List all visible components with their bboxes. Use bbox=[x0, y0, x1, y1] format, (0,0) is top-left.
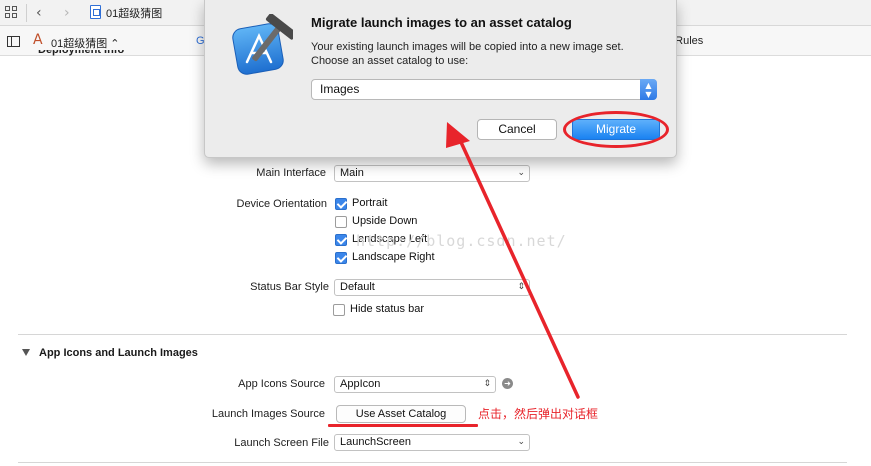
app-icons-source-popup[interactable]: AppIcon ⇕ bbox=[334, 376, 496, 393]
app-icons-section-title: App Icons and Launch Images bbox=[39, 347, 198, 359]
status-bar-style-value: Default bbox=[340, 281, 375, 293]
status-bar-style-popup[interactable]: Default ⇕ bbox=[334, 279, 530, 296]
landscape-left-checkbox[interactable] bbox=[335, 234, 347, 246]
landscape-right-checkbox[interactable] bbox=[335, 252, 347, 264]
hide-status-bar-checkbox[interactable] bbox=[333, 304, 345, 316]
main-interface-value: Main bbox=[340, 167, 364, 179]
annotation-ellipse bbox=[563, 111, 669, 148]
chevron-left-icon[interactable]: ‹ bbox=[36, 5, 42, 21]
launch-screen-file-label: Launch Screen File bbox=[234, 437, 329, 449]
deployment-info-heading: Deployment Info bbox=[38, 50, 125, 56]
app-icons-source-label: App Icons Source bbox=[238, 378, 325, 390]
dialog-message: Your existing launch images will be copi… bbox=[311, 41, 624, 67]
upside-down-label: Upside Down bbox=[352, 215, 418, 227]
app-target-icon: A bbox=[33, 32, 43, 48]
launch-images-source-label: Launch Images Source bbox=[211, 408, 325, 420]
annotation-underline bbox=[328, 424, 478, 427]
main-interface-label: Main Interface bbox=[256, 167, 326, 179]
chevron-updown-icon: ⇕ bbox=[517, 282, 525, 292]
chevron-down-icon: ⌄ bbox=[517, 437, 525, 447]
portrait-label: Portrait bbox=[352, 197, 388, 209]
chevron-updown-icon: ▲ ▼ bbox=[640, 79, 657, 100]
hide-status-bar-label: Hide status bar bbox=[350, 303, 424, 315]
disclosure-triangle-icon[interactable] bbox=[22, 349, 30, 356]
migrate-dialog: Migrate launch images to an asset catalo… bbox=[204, 0, 677, 158]
upside-down-checkbox[interactable] bbox=[335, 216, 347, 228]
sidebar-toggle-icon[interactable] bbox=[7, 36, 20, 47]
section-divider bbox=[18, 334, 847, 335]
go-arrow-icon[interactable]: ➜ bbox=[502, 378, 513, 389]
dialog-title: Migrate launch images to an asset catalo… bbox=[311, 15, 572, 30]
file-icon bbox=[90, 5, 101, 19]
target-selector[interactable]: 01超级猜图 ⌃ bbox=[51, 35, 120, 51]
landscape-right-label: Landscape Right bbox=[352, 251, 435, 263]
portrait-checkbox[interactable] bbox=[335, 198, 347, 210]
asset-catalog-select[interactable]: Images ▲ ▼ bbox=[311, 79, 657, 100]
chevron-down-icon: ⌄ bbox=[517, 168, 525, 178]
main-interface-combo[interactable]: Main ⌄ bbox=[334, 165, 530, 182]
section-divider-bottom bbox=[18, 462, 847, 463]
xcode-hammer-icon bbox=[232, 14, 293, 75]
app-icons-source-value: AppIcon bbox=[340, 378, 381, 390]
asset-catalog-value: Images bbox=[320, 82, 360, 96]
nav-separator bbox=[26, 4, 27, 22]
cancel-button[interactable]: Cancel bbox=[477, 119, 557, 140]
chevron-right-icon[interactable]: › bbox=[64, 5, 70, 21]
watermark-text: http://blog.csdn.net/ bbox=[356, 232, 567, 250]
grid-icon[interactable] bbox=[5, 6, 19, 20]
device-orientation-label: Device Orientation bbox=[236, 198, 328, 210]
launch-screen-file-value: LaunchScreen bbox=[340, 436, 411, 448]
status-bar-style-label: Status Bar Style bbox=[250, 281, 329, 293]
launch-screen-file-combo[interactable]: LaunchScreen ⌄ bbox=[334, 434, 530, 451]
chevron-updown-icon: ⇕ bbox=[483, 379, 491, 389]
use-asset-catalog-button[interactable]: Use Asset Catalog bbox=[336, 405, 466, 423]
breadcrumb[interactable]: 01超级猜图 bbox=[106, 5, 162, 21]
annotation-text: 点击，然后弹出对话框 bbox=[478, 407, 599, 421]
